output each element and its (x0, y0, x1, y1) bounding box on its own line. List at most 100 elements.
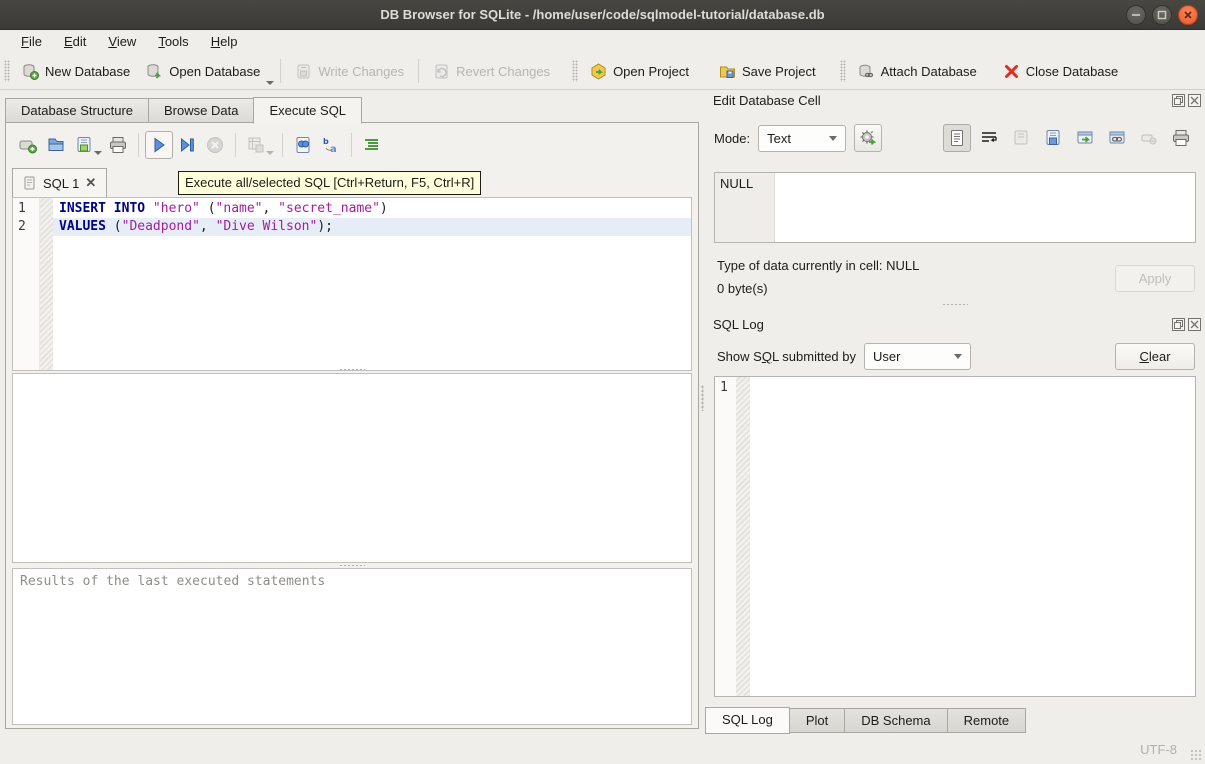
encoding-indicator: UTF-8 (1140, 742, 1177, 757)
close-database-button[interactable]: Close Database (995, 58, 1127, 85)
print-sql-button[interactable] (104, 131, 132, 159)
clear-log-button[interactable]: Clear (1115, 343, 1195, 370)
dock-splitter[interactable] (705, 302, 1205, 307)
import-file-icon (1011, 128, 1031, 148)
log-line-numbers: 1 (715, 377, 736, 696)
close-dock-icon[interactable] (1188, 318, 1201, 331)
execute-all-icon (149, 135, 169, 155)
tab-browse-data[interactable]: Browse Data (148, 98, 253, 123)
app-window: DB Browser for SQLite - /home/user/code/… (0, 0, 1205, 764)
log-filter-select[interactable]: User (864, 343, 971, 370)
cell-text-area[interactable] (775, 173, 1195, 242)
query-results-grid[interactable] (12, 373, 692, 563)
execute-all-button[interactable] (145, 131, 173, 159)
float-dock-icon[interactable] (1172, 318, 1185, 331)
editor-code-area[interactable]: INSERT INTO "hero" ("name", "secret_name… (53, 198, 691, 370)
resize-grip[interactable] (1190, 749, 1202, 761)
results-message-pane[interactable]: Results of the last executed statements (12, 568, 692, 725)
export-data-button[interactable] (1039, 124, 1067, 152)
open-database-button[interactable]: Open Database (138, 58, 268, 85)
replace-button[interactable]: ba (317, 131, 345, 159)
tab-plot[interactable]: Plot (790, 708, 845, 733)
maximize-button[interactable] (1152, 5, 1172, 25)
execute-line-button[interactable] (173, 131, 201, 159)
external-window-icon (1075, 128, 1095, 148)
print-cell-button[interactable] (1167, 124, 1195, 152)
print-icon (1171, 128, 1191, 148)
log-line-number: 1 (715, 380, 736, 395)
attach-database-icon (858, 63, 875, 80)
editor-grid-splitter[interactable] (6, 367, 698, 372)
chevron-down-icon (829, 136, 837, 141)
toolbar-separator (280, 59, 281, 83)
new-sql-tab-button[interactable] (14, 131, 42, 159)
menu-edit[interactable]: Edit (53, 32, 97, 51)
new-database-button[interactable]: New Database (14, 58, 138, 85)
close-dock-icon[interactable] (1188, 94, 1201, 107)
attach-database-button[interactable]: Attach Database (850, 58, 985, 85)
mode-select[interactable]: Text (758, 125, 846, 152)
sql1-tab[interactable]: SQL 1 ✕ (12, 168, 107, 197)
float-dock-icon[interactable] (1172, 94, 1185, 107)
attach-database-label: Attach Database (881, 64, 977, 79)
word-wrap-button[interactable] (975, 124, 1003, 152)
open-database-dropdown-arrow[interactable] (266, 81, 274, 85)
sql-log-dock-titlebar[interactable]: SQL Log (705, 314, 1205, 334)
sql-editor[interactable]: 12 INSERT INTO "hero" ("name", "secret_n… (12, 197, 692, 371)
auto-apply-button[interactable] (854, 124, 882, 152)
show-sql-filter-label: Show SQL submitted by (717, 349, 856, 364)
sql-toolbar-separator (351, 133, 352, 157)
editor-fold-margin (40, 198, 53, 370)
save-sql-dropdown-arrow[interactable] (94, 151, 102, 155)
toolbar-separator (418, 59, 419, 83)
tab-remote[interactable]: Remote (948, 708, 1027, 733)
tab-execute-sql[interactable]: Execute SQL (253, 97, 362, 124)
open-database-icon (146, 63, 163, 80)
copy-link-button[interactable] (1103, 124, 1131, 152)
mode-label: Mode: (714, 131, 750, 146)
sql-editor-tab-bar: SQL 1 ✕ (12, 167, 107, 197)
menu-view[interactable]: View (97, 32, 147, 51)
tab-sql-log[interactable]: SQL Log (705, 707, 790, 734)
save-project-label: Save Project (742, 64, 816, 79)
find-button[interactable] (289, 131, 317, 159)
open-project-button[interactable]: Open Project (582, 58, 697, 85)
apply-button-label: Apply (1139, 271, 1172, 286)
menu-help[interactable]: Help (200, 32, 249, 51)
tab-database-structure[interactable]: Database Structure (5, 98, 148, 123)
window-title: DB Browser for SQLite - /home/user/code/… (380, 7, 824, 22)
format-sql-button[interactable] (358, 131, 386, 159)
toolbar-drag-handle[interactable] (4, 60, 10, 82)
bottom-tab-bar: SQL Log Plot DB Schema Remote (705, 708, 1026, 735)
revert-changes-icon (433, 63, 450, 80)
write-changes-button: Write Changes (287, 58, 412, 85)
edit-cell-title: Edit Database Cell (713, 93, 821, 108)
cell-value-editor[interactable]: NULL (714, 172, 1196, 243)
open-sql-file-button[interactable] (42, 131, 70, 159)
sql1-tab-close-icon[interactable]: ✕ (85, 175, 96, 191)
apply-button: Apply (1115, 265, 1195, 292)
log-text-area[interactable] (750, 377, 1195, 696)
sql-document-icon (23, 176, 37, 190)
toolbar-drag-handle[interactable] (572, 60, 578, 82)
tab-db-schema[interactable]: DB Schema (845, 708, 947, 733)
sql-log-dock: SQL Log Show SQL submitted by User Clear… (705, 306, 1205, 706)
set-null-icon (1139, 128, 1159, 148)
sql-log-view[interactable]: 1 (714, 376, 1196, 697)
gear-apply-icon (858, 128, 878, 148)
minimize-button[interactable] (1126, 5, 1146, 25)
close-button[interactable] (1178, 5, 1198, 25)
close-database-label: Close Database (1026, 64, 1119, 79)
close-database-icon (1003, 63, 1020, 80)
toolbar-drag-handle[interactable] (840, 60, 846, 82)
save-project-button[interactable]: Save Project (711, 58, 824, 85)
new-database-label: New Database (45, 64, 130, 79)
menu-tools[interactable]: Tools (147, 32, 199, 51)
open-in-external-button[interactable] (1071, 124, 1099, 152)
format-sql-icon (362, 135, 382, 155)
text-mode-button[interactable] (943, 124, 971, 152)
execute-tooltip: Execute all/selected SQL [Ctrl+Return, F… (178, 171, 481, 195)
edit-cell-dock-titlebar[interactable]: Edit Database Cell (705, 90, 1205, 110)
new-sql-tab-icon (18, 135, 38, 155)
menu-file[interactable]: File (10, 32, 53, 51)
